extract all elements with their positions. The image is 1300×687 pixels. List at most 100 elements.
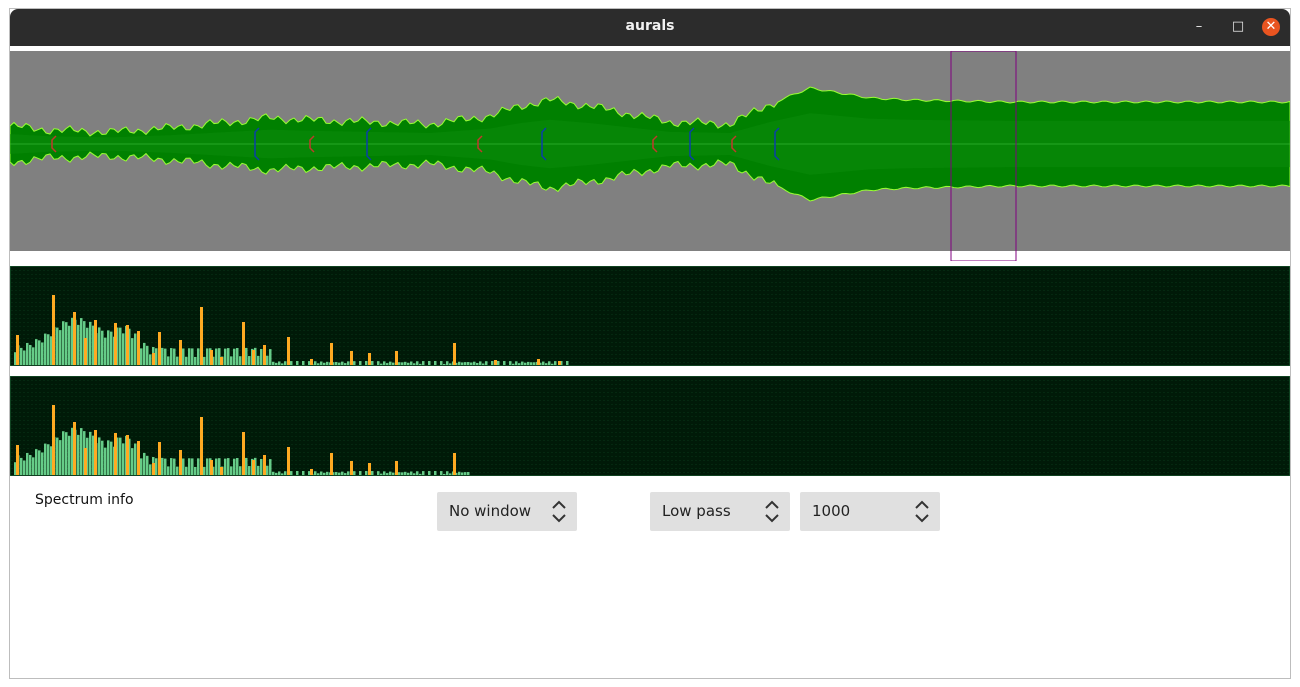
spectrum-bar <box>206 348 209 365</box>
close-button[interactable]: ✕ <box>1262 18 1280 36</box>
minimize-button[interactable]: – <box>1190 18 1208 36</box>
spectrum-bar <box>404 471 407 475</box>
spectrum-bar <box>317 473 320 475</box>
spectrum-bar <box>377 361 380 365</box>
spectrum-info-label: Spectrum info <box>35 492 134 508</box>
spectrum-bar <box>239 356 242 365</box>
spectrum-peak <box>220 357 223 365</box>
spectrum-bar <box>389 361 392 365</box>
spectrum-bar <box>26 342 29 365</box>
spectrum-bar <box>206 458 209 475</box>
spectrum-bar <box>266 355 269 365</box>
maximize-button[interactable]: □ <box>1229 18 1247 36</box>
window-function-select[interactable]: No window <box>437 492 577 531</box>
spectrum-bar <box>371 361 374 365</box>
spectrum-bar <box>224 458 227 475</box>
spectrum-peak <box>73 312 76 365</box>
spectrum-bar <box>185 466 188 475</box>
spectrum-bar <box>314 471 317 475</box>
spectrum-peak <box>158 332 161 365</box>
spectrum-bar <box>278 361 281 365</box>
spectrum-peak <box>16 335 19 365</box>
spectrum-peak <box>252 460 255 475</box>
spectrum-bar <box>68 435 71 475</box>
spectrum-bar <box>341 361 344 365</box>
spectrum-bar <box>443 473 446 475</box>
spectrum-bar <box>122 333 125 365</box>
spectrum-bar <box>23 460 26 475</box>
spectrum-bar <box>161 457 164 475</box>
updown-chevron-icon <box>552 500 566 523</box>
spectrum-bar <box>140 348 143 365</box>
spectrum-bar <box>479 361 482 365</box>
waveform-canvas[interactable] <box>10 51 1290 261</box>
spectrum-bar <box>143 342 146 365</box>
spectrum-bar <box>275 472 278 475</box>
spectrum-bar <box>290 361 293 365</box>
spectrum-bar <box>62 321 65 365</box>
spectrum-bar <box>377 471 380 475</box>
spectrum-bar <box>230 356 233 365</box>
spectrum-bar <box>140 458 143 475</box>
spectrum-bar <box>464 472 467 475</box>
spectrum-bar <box>62 431 65 475</box>
spectrum-peak <box>52 295 55 365</box>
spectrum-bar <box>515 361 518 365</box>
title-bar[interactable]: aurals – □ ✕ <box>10 9 1290 46</box>
spectrum-peak <box>16 445 19 475</box>
spectrum-peak <box>52 405 55 475</box>
spectrum-bar <box>467 362 470 365</box>
spectrum-bar <box>170 458 173 475</box>
spectrum-bar <box>44 443 47 475</box>
spectrum-bar <box>371 471 374 475</box>
spectrum-bar <box>248 466 251 475</box>
spectrum-bar <box>341 471 344 475</box>
spectrum-bar <box>29 344 32 365</box>
spectrum-bar <box>98 327 101 365</box>
app-window: aurals – □ ✕ Spectrum info No window Low… <box>9 8 1291 679</box>
cutoff-frequency-value: 1000 <box>812 502 851 520</box>
window-function-value: No window <box>449 502 532 520</box>
spectrum-bar <box>23 350 26 365</box>
spectrum-peak <box>152 463 155 475</box>
spectrum-peak <box>220 467 223 475</box>
cutoff-frequency-spinbox[interactable]: 1000 <box>800 492 940 531</box>
spectrum-bar <box>347 471 350 475</box>
spectrum-bar <box>32 457 35 475</box>
spectrum-bar <box>143 452 146 475</box>
spectrum-peak <box>368 463 371 475</box>
spectrum-bar <box>404 361 407 365</box>
spectrum-bar <box>410 471 413 475</box>
spectrum-bar <box>104 447 107 475</box>
filter-type-select[interactable]: Low pass <box>650 492 790 531</box>
spectrum-bar <box>290 471 293 475</box>
spectrum-bar <box>182 348 185 365</box>
spectrum-bar <box>164 458 167 475</box>
spectrum-peak <box>558 361 561 365</box>
spectrum-peak <box>287 337 290 365</box>
spectrum-bar <box>428 361 431 365</box>
spectrum-bar <box>44 333 47 365</box>
spectrum-peak <box>179 340 182 365</box>
spectrum-bar <box>317 363 320 365</box>
spectrum-bar <box>281 473 284 475</box>
spectrum-bar <box>56 437 59 475</box>
spectrum-peak <box>330 343 333 365</box>
spectrum-peak <box>242 322 245 365</box>
spectrum-bar <box>89 321 92 365</box>
spectrum-peak <box>330 453 333 475</box>
spectrum-bar <box>176 466 179 475</box>
spectrum-bar <box>107 330 110 365</box>
spectrum-bar <box>245 347 248 365</box>
waveform-view[interactable] <box>10 51 1290 261</box>
spectrum-bar <box>545 363 548 365</box>
spectrum-bar <box>407 472 410 475</box>
spectrum-bar <box>272 471 275 475</box>
spectrum-bar <box>122 443 125 475</box>
spectrum-bar <box>185 356 188 365</box>
spectrum-bar <box>191 348 194 365</box>
spectrum-peak <box>126 325 129 365</box>
spectrum-bar <box>149 464 152 475</box>
spectrum-peak <box>395 461 398 475</box>
spectrum-bar <box>326 471 329 475</box>
